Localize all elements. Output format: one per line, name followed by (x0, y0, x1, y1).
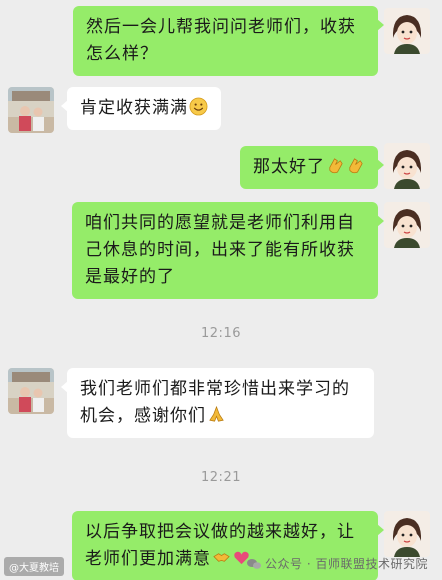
message-text: 我们老师们都非常珍惜出来学习的 (80, 379, 350, 399)
watermark-right: 公众号 · 百师联盟技术研究院 (247, 555, 428, 572)
smile-icon (189, 97, 208, 116)
clap-icon (349, 158, 363, 174)
avatar-cartoon-icon (384, 143, 430, 189)
message-text: 肯定收获满满 (80, 98, 188, 118)
message-bubble[interactable]: 我们老师们都非常珍惜出来学习的 机会，感谢你们 (61, 368, 374, 438)
my-avatar[interactable] (384, 202, 430, 248)
avatar-photo-icon (8, 368, 54, 414)
watermark-left: @大夏教培 (4, 557, 64, 576)
my-avatar[interactable] (384, 511, 430, 557)
avatar-cartoon-icon (384, 8, 430, 54)
my-avatar[interactable] (384, 8, 430, 54)
wechat-official-icon (247, 558, 262, 569)
chat-area: 然后一会儿帮我问问老师们，收获 怎么样？ 肯定收获满满 那太好了 咱们共同的愿望… (0, 0, 442, 580)
clap-icon (329, 158, 343, 174)
contact-avatar[interactable] (8, 87, 54, 133)
message-bubble[interactable]: 那太好了 (240, 146, 384, 189)
avatar-photo-icon (8, 87, 54, 133)
contact-avatar[interactable] (8, 368, 54, 414)
message-text: 以后争取把会议做的越来越好，让 (85, 522, 355, 542)
pray-icon (209, 405, 224, 422)
handshake-icon (213, 553, 230, 562)
message-bubble[interactable]: 咱们共同的愿望就是老师们利用自 己休息的时间，出来了能有所收获 是最好的了 (72, 202, 384, 299)
message-text: 老师们更加满意 (85, 549, 211, 569)
message-text: 咱们共同的愿望就是老师们利用自 (85, 213, 355, 233)
message-text: 机会，感谢你们 (80, 406, 206, 426)
message-text: 己休息的时间，出来了能有所收获 (85, 240, 355, 260)
watermark-text: 公众号 · 百师联盟技术研究院 (265, 557, 428, 571)
message-text: 是最好的了 (85, 267, 175, 287)
timestamp: 12:21 (201, 470, 241, 485)
message-bubble[interactable]: 然后一会儿帮我问问老师们，收获 怎么样？ (73, 6, 384, 76)
message-text: 那太好了 (253, 157, 325, 177)
message-text: 怎么样？ (86, 44, 158, 64)
avatar-cartoon-icon (384, 202, 430, 248)
message-text: 然后一会儿帮我问问老师们，收获 (86, 17, 356, 37)
message-bubble[interactable]: 肯定收获满满 (61, 87, 221, 130)
avatar-cartoon-icon (384, 511, 430, 557)
my-avatar[interactable] (384, 143, 430, 189)
timestamp: 12:16 (201, 326, 241, 341)
